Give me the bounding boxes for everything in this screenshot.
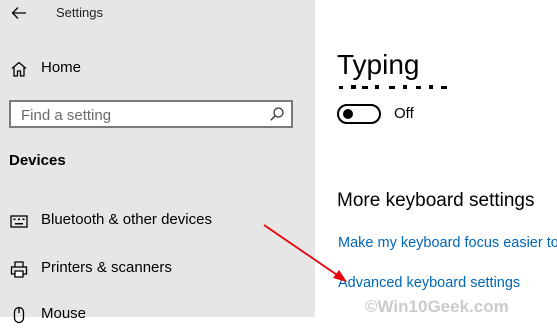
search-input[interactable] xyxy=(21,105,261,125)
sidebar-section-heading: Devices xyxy=(9,152,66,169)
keyboard-icon xyxy=(10,215,28,228)
search-icon[interactable] xyxy=(269,106,285,122)
toggle-knob xyxy=(343,109,353,119)
mouse-icon xyxy=(13,306,25,324)
app-title: Settings xyxy=(56,5,103,20)
cut-off-text-fragment xyxy=(339,85,447,89)
section-heading: More keyboard settings xyxy=(337,190,535,211)
printer-icon xyxy=(10,261,28,278)
sidebar-item-label: Home xyxy=(41,59,82,76)
sidebar-item-label: Mouse xyxy=(41,305,87,322)
sidebar-item-label: Printers & scanners xyxy=(41,259,172,276)
search-box xyxy=(9,100,293,128)
page-title: Typing xyxy=(337,49,420,80)
sidebar-item-printers[interactable]: Printers & scanners xyxy=(0,254,315,284)
sidebar-item-bluetooth[interactable]: Bluetooth & other devices xyxy=(0,206,315,236)
toggle-switch[interactable] xyxy=(337,104,381,124)
toggle-state-label: Off xyxy=(394,105,414,122)
main-content: Typing Off More keyboard settings Make m… xyxy=(315,0,557,317)
link-keyboard-focus[interactable]: Make my keyboard focus easier to use xyxy=(338,235,557,251)
sidebar: Settings Home Devices Bluetooth & other … xyxy=(0,0,315,324)
sidebar-item-home[interactable]: Home xyxy=(0,54,315,84)
sidebar-item-label: Bluetooth & other devices xyxy=(41,211,212,228)
home-icon xyxy=(11,61,27,77)
back-arrow-icon[interactable] xyxy=(10,4,28,22)
link-advanced-keyboard-settings[interactable]: Advanced keyboard settings xyxy=(338,275,520,291)
sidebar-item-mouse[interactable]: Mouse xyxy=(0,300,315,330)
